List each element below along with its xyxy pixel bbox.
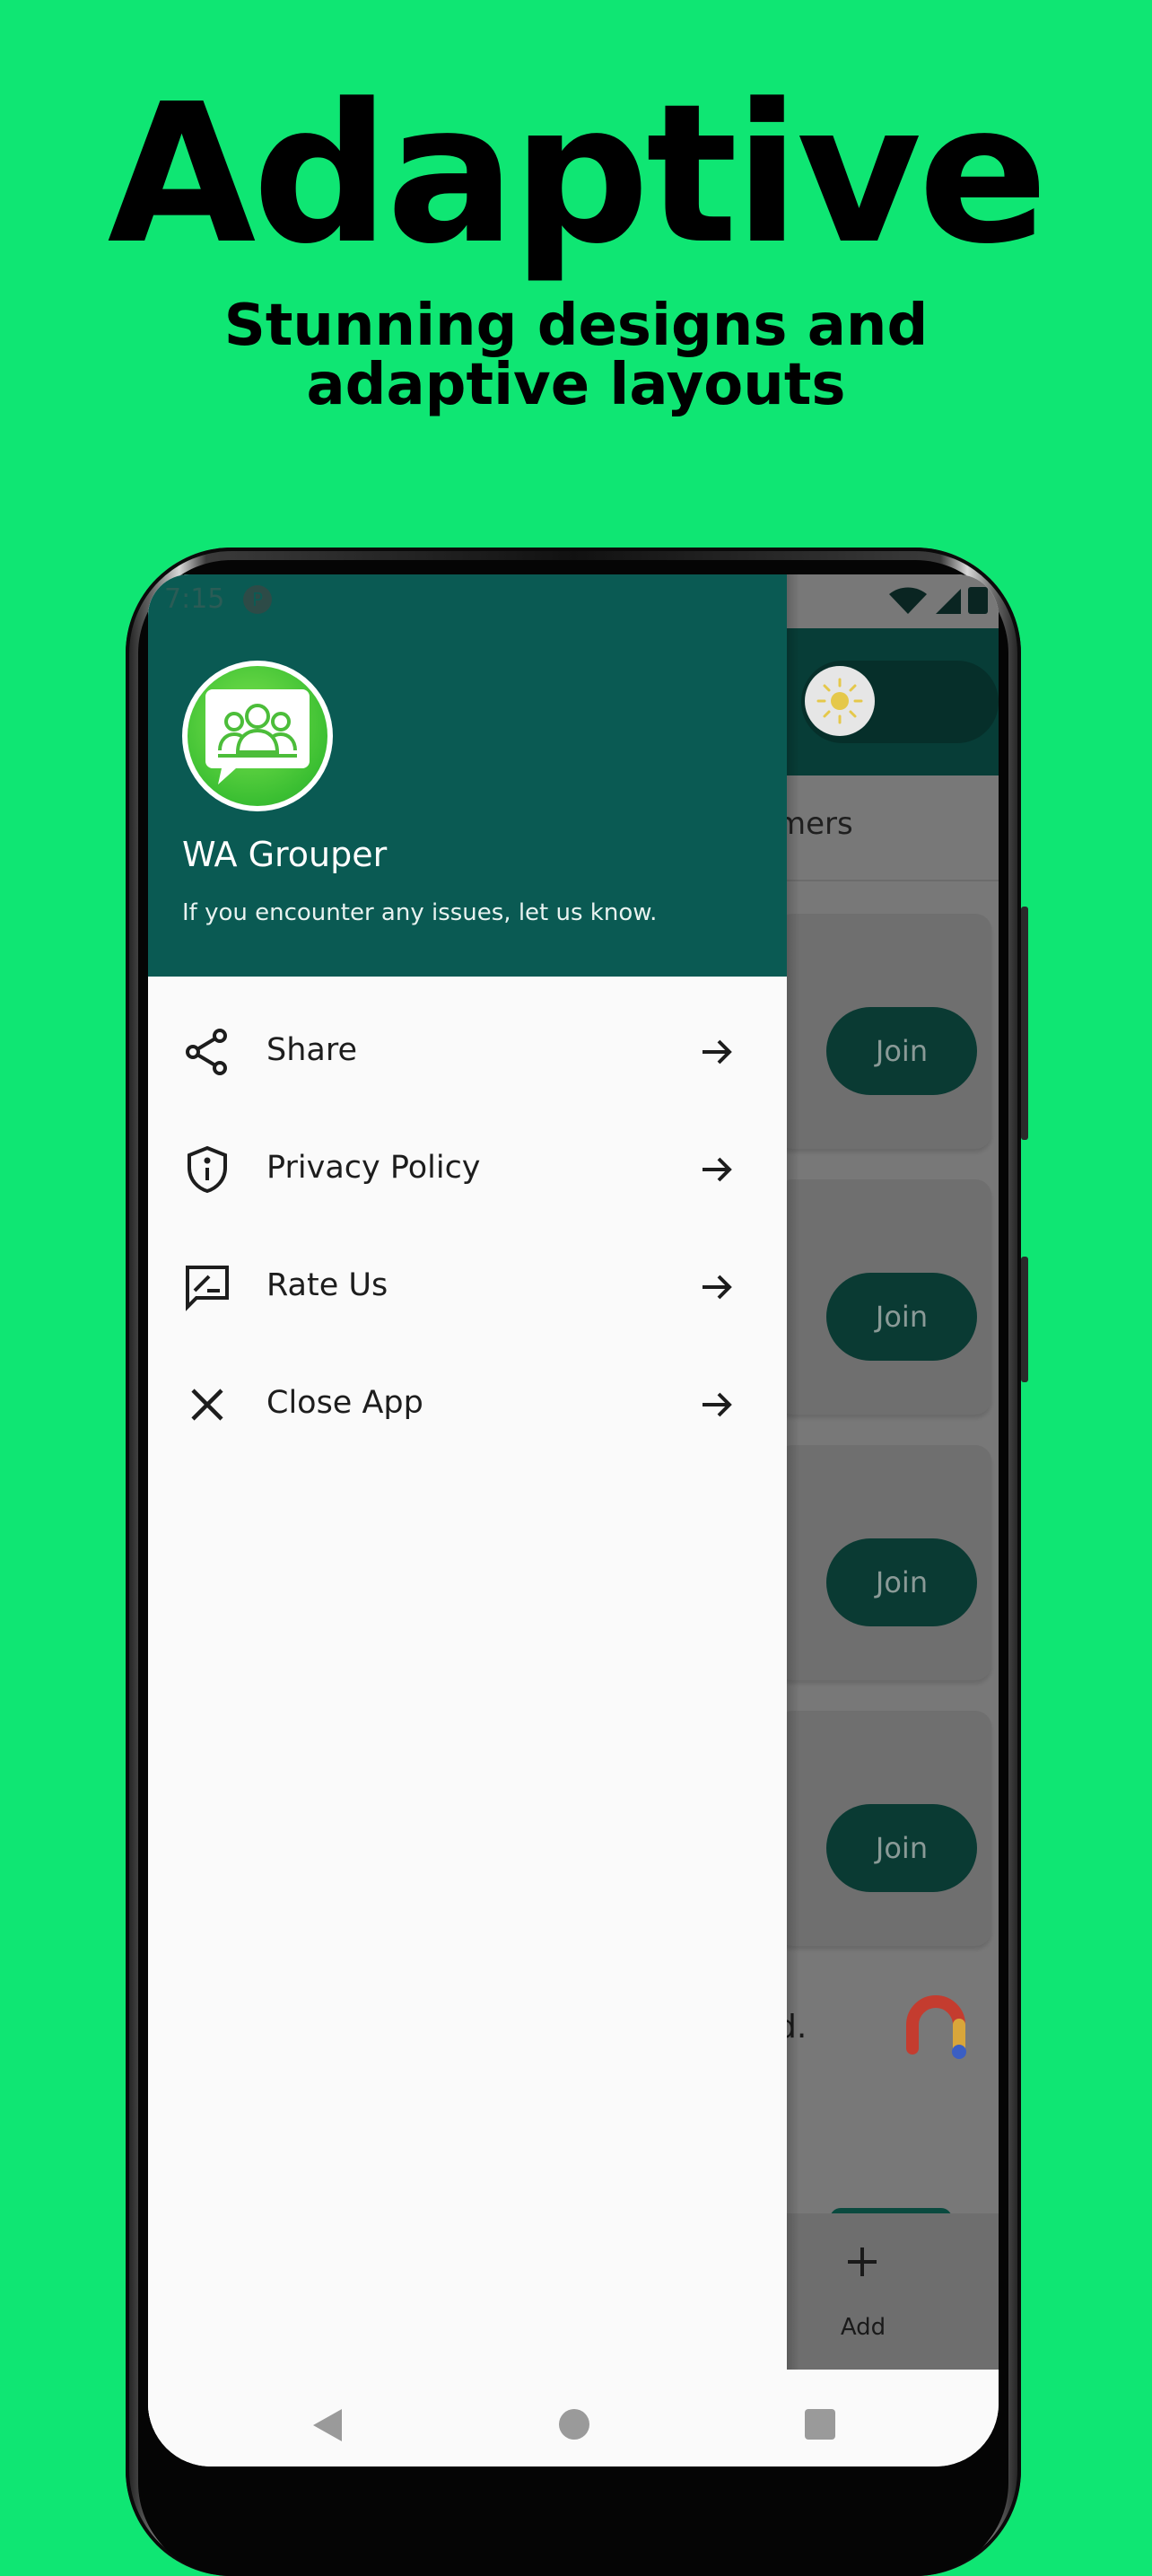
side-button-volume bbox=[1021, 907, 1028, 1140]
menu-item-privacy-policy[interactable]: Privacy Policy bbox=[148, 1116, 787, 1223]
promo-subtitle: Stunning designs and adaptive layouts bbox=[223, 293, 929, 418]
signal-icon bbox=[936, 589, 961, 614]
drawer-shadow bbox=[787, 574, 799, 2370]
navigation-drawer: WA Grouper If you encounter any issues, … bbox=[148, 574, 787, 2466]
join-button[interactable]: Join bbox=[826, 1804, 977, 1892]
menu-item-close-app[interactable]: Close App bbox=[148, 1351, 787, 1459]
promo-title: Adaptive bbox=[107, 63, 1049, 286]
drawer-subtitle: If you encounter any issues, let us know… bbox=[182, 899, 658, 926]
menu-item-rate-us[interactable]: Rate Us bbox=[148, 1233, 787, 1341]
side-button-power bbox=[1021, 1257, 1028, 1382]
arrow-right-icon bbox=[699, 1387, 735, 1426]
app-logo-icon bbox=[182, 661, 333, 811]
sun-icon bbox=[805, 666, 875, 736]
background-tab-divider bbox=[776, 880, 999, 881]
add-icon[interactable] bbox=[842, 2242, 882, 2285]
drawer-app-name: WA Grouper bbox=[182, 835, 388, 874]
recents-icon[interactable] bbox=[805, 2409, 835, 2440]
drawer-header: WA Grouper If you encounter any issues, … bbox=[148, 574, 787, 977]
arrow-right-icon bbox=[699, 1152, 735, 1191]
join-button[interactable]: Join bbox=[826, 1273, 977, 1361]
menu-item-label: Close App bbox=[266, 1385, 423, 1421]
shield-info-icon bbox=[182, 1144, 232, 1198]
menu-item-label: Share bbox=[266, 1032, 358, 1068]
arrow-right-icon bbox=[699, 1034, 735, 1073]
notification-icon: P bbox=[243, 585, 272, 614]
arrow-right-icon bbox=[699, 1269, 735, 1309]
phone-screen: mers Join Join Join Join d. Add bbox=[148, 574, 999, 2466]
rate-review-icon bbox=[182, 1262, 232, 1316]
ad-logo-icon bbox=[900, 1991, 972, 2066]
menu-item-share[interactable]: Share bbox=[148, 998, 787, 1106]
status-time: 7:15 bbox=[164, 583, 225, 615]
home-icon[interactable] bbox=[559, 2409, 589, 2440]
back-icon[interactable] bbox=[310, 2405, 345, 2449]
join-button[interactable]: Join bbox=[826, 1007, 977, 1095]
share-icon bbox=[182, 1027, 232, 1081]
menu-item-label: Privacy Policy bbox=[266, 1150, 481, 1186]
close-icon bbox=[182, 1380, 232, 1433]
add-nav-label[interactable]: Add bbox=[827, 2314, 899, 2341]
status-icons bbox=[884, 585, 991, 619]
join-button[interactable]: Join bbox=[826, 1538, 977, 1626]
wifi-icon bbox=[889, 587, 927, 614]
system-nav-bar bbox=[148, 2370, 999, 2466]
battery-icon bbox=[968, 587, 988, 614]
menu-item-label: Rate Us bbox=[266, 1267, 388, 1303]
